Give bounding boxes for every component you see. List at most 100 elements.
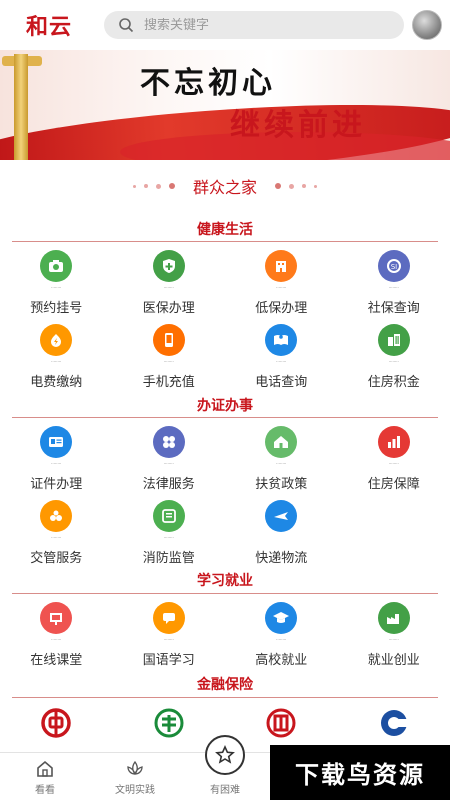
sub-caption: ········ [163, 461, 174, 466]
service-housing-fund[interactable]: ········ 住房积金 [338, 316, 450, 390]
icbc-bank-icon [264, 706, 298, 740]
house-icon [265, 426, 298, 458]
factory-icon [377, 602, 410, 634]
svg-text:SI: SI [390, 263, 397, 271]
camera-icon [40, 250, 73, 282]
app-screen: 和云 不忘初心 继续前进 群众之家 健康生活 ········ 预约挂号 [0, 0, 450, 800]
service-low-income[interactable]: ········ 低保办理 [225, 242, 338, 316]
service-label: 低保办理 [255, 301, 308, 316]
page-title: 群众之家 [192, 178, 257, 197]
service-appointment[interactable]: ········ 预约挂号 [0, 242, 113, 316]
classroom-icon [40, 602, 73, 634]
service-college-jobs[interactable]: ········ 高校就业 [225, 594, 338, 668]
service-medical-insurance[interactable]: ········ 医保办理 [113, 242, 226, 316]
sub-caption: ········ [388, 359, 399, 364]
sub-caption: ········ [163, 535, 174, 540]
top-bar: 和云 [0, 0, 450, 50]
service-phone-topup[interactable]: ········ 手机充值 [113, 316, 226, 390]
sub-caption: ········ [51, 285, 62, 290]
building-icon [265, 250, 298, 282]
grid-health: ········ 预约挂号 ········ 医保办理 ········ 低保办… [0, 242, 450, 390]
search-icon [119, 18, 134, 33]
service-traffic[interactable]: ········ 交管服务 [0, 492, 113, 566]
service-label: 消防监管 [142, 551, 195, 566]
service-phone-query[interactable]: ········ 电话查询 [225, 316, 338, 390]
decor-dots-left [132, 183, 175, 189]
service-label: 医保办理 [142, 301, 195, 316]
search-input[interactable] [144, 17, 364, 33]
sub-caption: ········ [276, 637, 287, 642]
service-electricity[interactable]: ········ 电费缴纳 [0, 316, 113, 390]
sub-caption: ········ [276, 285, 287, 290]
star-icon [215, 745, 235, 764]
electric-bolt-icon [40, 324, 73, 356]
grid-affairs: ········ 证件办理 ········ 法律服务 ········ 扶贫政… [0, 418, 450, 566]
service-label: 就业创业 [367, 653, 420, 668]
nav-label: 看看 [35, 785, 55, 796]
sub-caption: ········ [51, 359, 62, 364]
divider [12, 697, 438, 698]
ccb-bank-icon [377, 706, 411, 740]
service-poverty-policy[interactable]: ········ 扶贫政策 [225, 418, 338, 492]
bar-chart-icon [377, 426, 410, 458]
sub-caption: ········ [276, 461, 287, 466]
category-title-learning: 学习就业 [197, 573, 253, 589]
service-label: 交管服务 [30, 551, 83, 566]
service-label: 扶贫政策 [255, 477, 308, 492]
banner-slogan-line1: 不忘初心 [140, 66, 276, 101]
service-fire-control[interactable]: ········ 消防监管 [113, 492, 226, 566]
graduation-cap-icon [265, 602, 298, 634]
service-legal[interactable]: ········ 法律服务 [113, 418, 226, 492]
category-title-finance: 金融保险 [197, 677, 253, 693]
service-housing-security[interactable]: ········ 住房保障 [338, 418, 450, 492]
service-social-security[interactable]: SI ········ 社保查询 [338, 242, 450, 316]
nav-tab-civilization[interactable]: 文明实践 [90, 753, 180, 800]
nav-label: 有困难 [210, 785, 240, 796]
clover-icon [152, 426, 185, 458]
nav-tab-home[interactable]: 看看 [0, 753, 90, 800]
section-header: 群众之家 [0, 174, 450, 198]
service-label: 住房积金 [367, 375, 420, 390]
service-label: 证件办理 [30, 477, 83, 492]
service-label: 国语学习 [142, 653, 195, 668]
chat-icon [152, 602, 185, 634]
social-security-icon: SI [377, 250, 410, 282]
service-label: 电话查询 [255, 375, 308, 390]
home-icon [37, 760, 53, 777]
service-label: 住房保障 [367, 477, 420, 492]
service-label: 法律服务 [142, 477, 195, 492]
service-online-class[interactable]: ········ 在线课堂 [0, 594, 113, 668]
grid-learning: ········ 在线课堂 ········ 国语学习 ········ 高校就… [0, 594, 450, 668]
service-entrepreneurship[interactable]: ········ 就业创业 [338, 594, 450, 668]
book-icon [265, 324, 298, 356]
sub-caption: ········ [51, 637, 62, 642]
service-mandarin[interactable]: ········ 国语学习 [113, 594, 226, 668]
banner[interactable]: 不忘初心 继续前进 [0, 50, 450, 160]
abc-bank-icon [152, 706, 186, 740]
buildings-icon [377, 324, 410, 356]
service-id-card[interactable]: ········ 证件办理 [0, 418, 113, 492]
service-express[interactable]: 快递物流 [225, 492, 338, 566]
sub-caption: ········ [388, 285, 399, 290]
sub-caption: ········ [51, 461, 62, 466]
help-bubble[interactable] [205, 735, 245, 775]
lotus-icon [127, 760, 143, 776]
medical-shield-icon [152, 250, 185, 282]
service-label: 社保查询 [367, 301, 420, 316]
service-label: 快递物流 [255, 551, 308, 566]
nav-tab-help[interactable]: 有困难 [180, 735, 270, 800]
sub-caption: ········ [276, 359, 287, 364]
app-logo[interactable]: 和云 [26, 9, 104, 41]
service-label: 手机充值 [142, 375, 195, 390]
category-title-affairs: 办证办事 [197, 398, 253, 414]
sub-caption: ········ [163, 637, 174, 642]
service-label: 预约挂号 [30, 301, 83, 316]
search-box[interactable] [104, 11, 404, 39]
sub-caption: ········ [388, 637, 399, 642]
nav-label: 文明实践 [115, 785, 155, 796]
sub-caption: ········ [163, 285, 174, 290]
avatar[interactable] [412, 10, 442, 40]
service-label: 在线课堂 [30, 653, 83, 668]
sub-caption: ········ [51, 535, 62, 540]
watermark: 下载鸟资源 [270, 745, 450, 800]
